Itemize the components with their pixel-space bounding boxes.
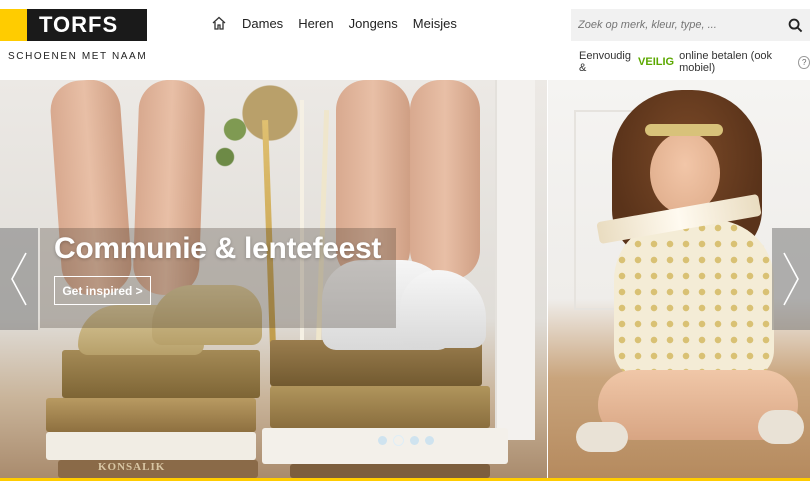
brand-tagline: SCHOENEN MET NAAM: [8, 51, 148, 62]
book: [270, 386, 490, 428]
payment-text-after: online betalen (ook mobiel): [679, 50, 773, 74]
hero-carousel: KONSALIK Communie & lentefeest Get inspi…: [0, 80, 810, 478]
book: [62, 350, 260, 398]
chevron-left-icon: [11, 252, 27, 306]
nav-item-dames[interactable]: Dames: [242, 16, 283, 31]
get-inspired-button[interactable]: Get inspired >: [54, 276, 151, 305]
chevron-right-icon: [783, 252, 799, 306]
page-bottom: [0, 481, 810, 500]
payment-highlight: VEILIG: [638, 56, 675, 68]
help-icon[interactable]: ?: [798, 55, 810, 69]
girl-shoe: [758, 410, 804, 444]
carousel-dots: [378, 435, 434, 446]
book: [262, 428, 508, 464]
book: [46, 398, 256, 432]
gold-headband: [645, 124, 723, 136]
torfs-logo[interactable]: TORFS: [0, 9, 147, 41]
carousel-prev-button[interactable]: [0, 228, 38, 330]
payment-notice: Eenvoudig & VEILIG online betalen (ook m…: [579, 50, 810, 74]
book-spine-text: KONSALIK: [98, 461, 166, 473]
door-frame: [495, 80, 535, 440]
payment-text-before: Eenvoudig &: [579, 50, 631, 74]
girl-shoe: [576, 422, 628, 452]
carousel-dot-4[interactable]: [425, 436, 434, 445]
main-nav: Dames Heren Jongens Meisjes: [211, 15, 457, 31]
carousel-dot-1[interactable]: [378, 436, 387, 445]
logo-wordmark: TORFS: [27, 9, 147, 41]
home-icon[interactable]: [211, 15, 227, 31]
carousel-dot-3[interactable]: [410, 436, 419, 445]
site-header: TORFS SCHOENEN MET NAAM Dames Heren Jong…: [0, 0, 810, 80]
search-icon[interactable]: [784, 14, 806, 36]
carousel-dot-2[interactable]: [393, 435, 404, 446]
logo-accent: [0, 9, 27, 41]
leg: [410, 80, 480, 280]
nav-item-jongens[interactable]: Jongens: [349, 16, 398, 31]
book: [290, 464, 490, 478]
carousel-next-button[interactable]: [772, 228, 810, 330]
white-sneaker: [400, 270, 486, 348]
flower-bouquet: [200, 80, 300, 190]
hero-title: Communie & lentefeest: [54, 232, 382, 265]
book: [46, 432, 256, 460]
search-input[interactable]: [571, 19, 784, 31]
search-bar: [571, 9, 810, 41]
girl-dress: [614, 220, 774, 380]
nav-item-heren[interactable]: Heren: [298, 16, 333, 31]
nav-item-meisjes[interactable]: Meisjes: [413, 16, 457, 31]
